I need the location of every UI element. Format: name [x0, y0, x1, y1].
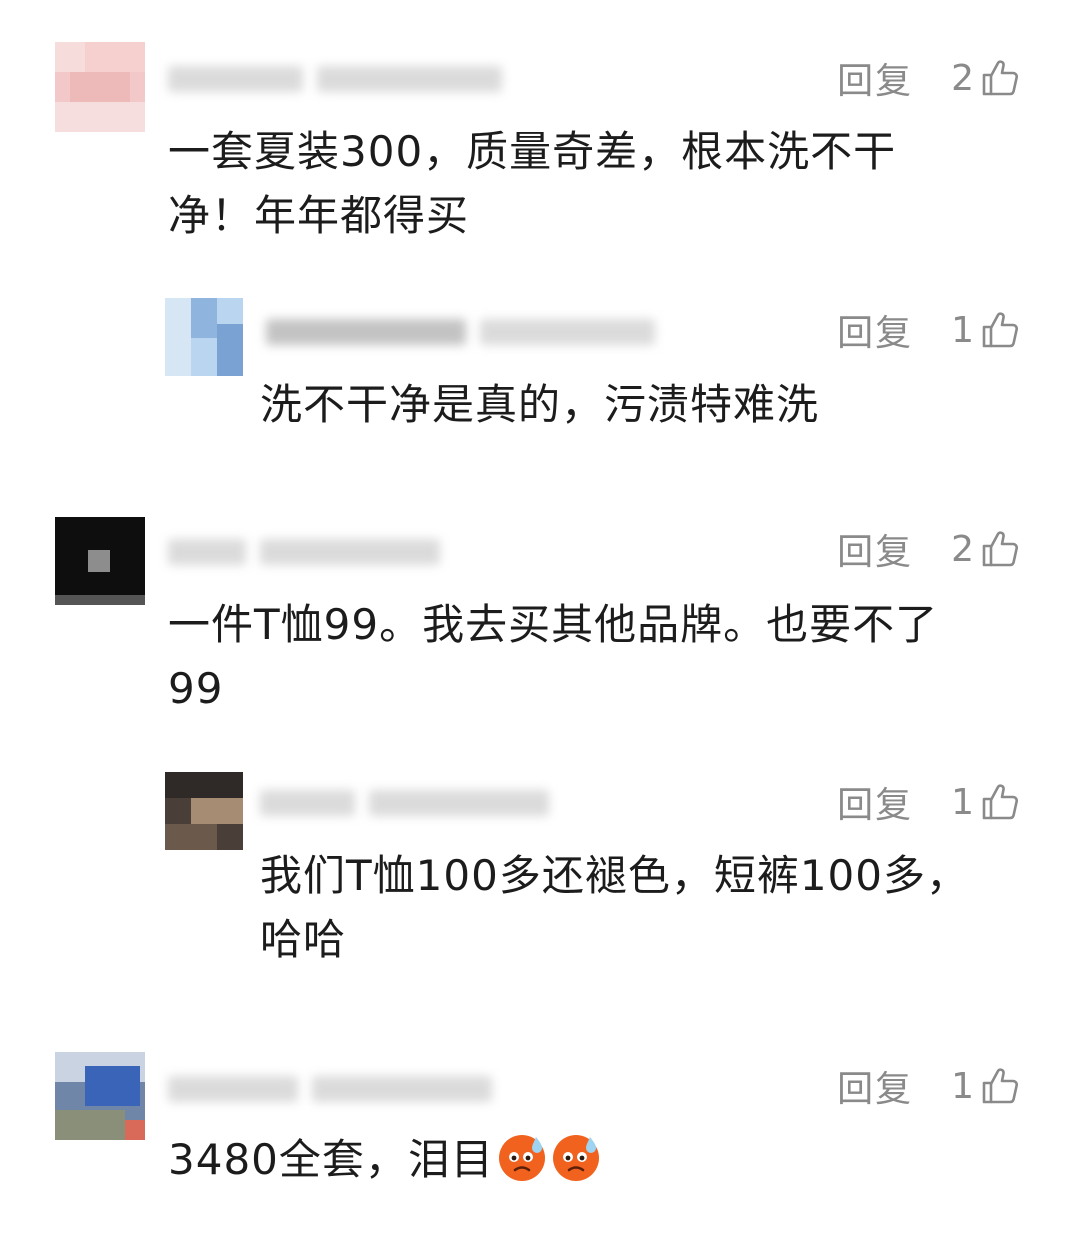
avatar-pixel [70, 72, 130, 102]
avatar-pixel [165, 772, 243, 798]
like-count: 1 [951, 1065, 974, 1107]
thumbs-up-icon[interactable] [980, 58, 1020, 98]
comment-text: 我们T恤100多还褪色，短裤100多， 哈哈 [260, 844, 969, 972]
avatar[interactable] [55, 517, 145, 605]
like-count: 1 [951, 781, 974, 823]
avatar-pixel [85, 1066, 140, 1106]
blur-block [480, 319, 655, 345]
blur-block [369, 790, 549, 816]
comment-1: 回复 2 一套夏装300，质量奇差，根本洗不干 净！年年都得买 [0, 40, 1080, 260]
comment-text: 洗不干净是真的，污渍特难洗 [260, 373, 819, 437]
reply-button[interactable]: 回复 [837, 523, 913, 575]
avatar[interactable] [165, 772, 243, 850]
text-line: 净！年年都得买 [168, 191, 470, 240]
blur-block [168, 1076, 298, 1102]
comment-actions: 回复 2 [837, 527, 1020, 573]
text-line: 一套夏装300，质量奇差，根本洗不干 [168, 127, 897, 176]
like-count: 1 [951, 309, 974, 351]
text-line: 洗不干净是真的，污渍特难洗 [260, 380, 820, 429]
blur-block [168, 66, 303, 92]
text-line: 一件T恤99。我去买其他品牌。也要不了 [168, 600, 939, 649]
avatar-pixel [191, 298, 217, 338]
thumbs-up-icon[interactable] [980, 1066, 1020, 1106]
username-blurred[interactable] [260, 786, 549, 820]
thumbs-up-icon[interactable] [980, 529, 1020, 569]
reply-comment-1: 回复 1 洗不干净是真的，污渍特难洗 [0, 295, 1080, 445]
comment-actions: 回复 1 [837, 308, 1020, 354]
comment-actions: 回复 1 [837, 1064, 1020, 1110]
comment-actions: 回复 2 [837, 56, 1020, 102]
blur-block [260, 790, 355, 816]
text-line: 哈哈 [260, 915, 347, 964]
text-line: 99 [168, 664, 224, 713]
avatar-pixel [55, 102, 145, 132]
blur-block [260, 539, 440, 565]
avatar-pixel [88, 550, 110, 572]
avatar[interactable] [55, 42, 145, 132]
avatar-pixel [55, 595, 145, 605]
comment-text: 一件T恤99。我去买其他品牌。也要不了 99 [168, 593, 938, 721]
avatar[interactable] [55, 1052, 145, 1140]
thumbs-up-icon[interactable] [980, 310, 1020, 350]
text-line: 我们T恤100多还褪色，短裤100多， [260, 851, 969, 900]
comment-3: 回复 1 3480全套，泪目 [0, 1050, 1080, 1200]
reply-button[interactable]: 回复 [837, 776, 913, 828]
avatar-pixel [165, 298, 191, 376]
comment-2: 回复 2 一件T恤99。我去买其他品牌。也要不了 99 [0, 515, 1080, 735]
reply-button[interactable]: 回复 [837, 304, 913, 356]
username-blurred[interactable] [266, 315, 655, 349]
like-count: 2 [951, 57, 974, 99]
sweating-face-emoji [498, 1135, 545, 1181]
blur-block [312, 1076, 492, 1102]
avatar-pixel [55, 1110, 125, 1140]
avatar-pixel [191, 798, 243, 824]
avatar-pixel [85, 42, 145, 72]
like-count: 2 [951, 528, 974, 570]
blur-block [266, 319, 466, 345]
username-blurred[interactable] [168, 535, 440, 569]
sweating-face-emoji [552, 1135, 599, 1181]
reply-comment-2: 回复 1 我们T恤100多还褪色，短裤100多， 哈哈 [0, 768, 1080, 968]
avatar-pixel [125, 1120, 145, 1140]
avatar-pixel [55, 42, 85, 72]
blur-block [317, 66, 502, 92]
username-blurred[interactable] [168, 1072, 492, 1106]
text-line: 3480全套，泪目 [168, 1135, 494, 1184]
thumbs-up-icon[interactable] [980, 782, 1020, 822]
comment-text: 3480全套，泪目 [168, 1128, 602, 1192]
reply-button[interactable]: 回复 [837, 1060, 913, 1112]
comment-text: 一套夏装300，质量奇差，根本洗不干 净！年年都得买 [168, 120, 896, 248]
reply-button[interactable]: 回复 [837, 52, 913, 104]
avatar-pixel [165, 824, 217, 850]
blur-block [168, 539, 246, 565]
avatar-pixel [217, 324, 243, 376]
username-blurred[interactable] [168, 62, 502, 96]
comment-actions: 回复 1 [837, 780, 1020, 826]
avatar[interactable] [165, 298, 243, 376]
